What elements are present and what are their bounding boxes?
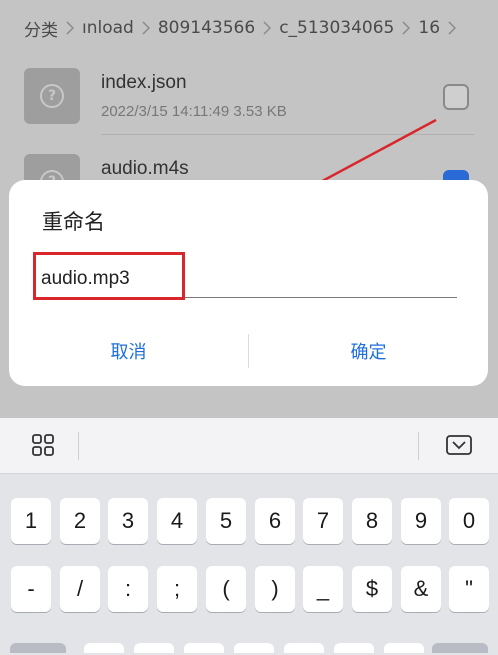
number-key[interactable]: 9: [401, 498, 441, 544]
bottom-key-row: [0, 643, 498, 655]
symbol-key[interactable]: _: [303, 566, 343, 612]
symbol-key[interactable]: &: [401, 566, 441, 612]
symbol-key[interactable]: ): [255, 566, 295, 612]
number-key[interactable]: 2: [60, 498, 100, 544]
chevron-right-icon: [263, 21, 272, 35]
key[interactable]: [134, 643, 174, 653]
symbol-key[interactable]: ;: [157, 566, 197, 612]
file-row[interactable]: ? index.json 2022/3/15 14:11:49 3.53 KB: [0, 62, 498, 142]
breadcrumb-item-folder[interactable]: c_513034065: [279, 18, 394, 38]
number-key[interactable]: 1: [11, 498, 51, 544]
key[interactable]: [234, 643, 274, 653]
rename-input[interactable]: [37, 260, 457, 298]
number-key[interactable]: 3: [108, 498, 148, 544]
key[interactable]: [334, 643, 374, 653]
symbol-key[interactable]: :: [108, 566, 148, 612]
dialog-title: 重命名: [42, 210, 105, 234]
shift-key[interactable]: [10, 643, 66, 653]
file-meta: 2022/3/15 14:11:49 3.53 KB: [101, 103, 287, 120]
number-key-row: 1234567890: [0, 498, 498, 544]
breadcrumb-item-category[interactable]: 分类: [24, 16, 58, 41]
symbol-key-row: - /:;() _ $ & ": [0, 566, 498, 612]
file-name: index.json: [101, 72, 187, 93]
breadcrumb-item-current[interactable]: 16: [418, 18, 440, 38]
keyboard-collapse-icon[interactable]: [444, 430, 474, 460]
rename-dialog: 重命名 取消 确定: [9, 180, 488, 386]
symbol-key[interactable]: /: [60, 566, 100, 612]
cancel-button[interactable]: 取消: [9, 328, 248, 374]
symbol-key[interactable]: $: [352, 566, 392, 612]
breadcrumb-item-download[interactable]: ınload: [82, 18, 134, 38]
chevron-right-icon: [142, 21, 150, 35]
key[interactable]: [284, 643, 324, 653]
key[interactable]: [384, 643, 424, 653]
chevron-right-icon: [448, 21, 457, 35]
chevron-right-icon: [66, 21, 74, 35]
key[interactable]: [84, 643, 124, 653]
symbol-key[interactable]: (: [206, 566, 246, 612]
row-divider: [101, 134, 474, 135]
symbol-key[interactable]: ": [449, 566, 489, 612]
file-name: audio.m4s: [101, 158, 189, 179]
number-key[interactable]: 0: [449, 498, 489, 544]
toolbar-divider: [78, 432, 79, 460]
number-key[interactable]: 6: [255, 498, 295, 544]
soft-keyboard: 1234567890 - /:;() _ $ & ": [0, 418, 498, 655]
breadcrumb: 分类 ınload 809143566 c_513034065 16: [0, 0, 498, 56]
grid-icon[interactable]: [28, 430, 58, 460]
number-key[interactable]: 8: [352, 498, 392, 544]
toolbar-divider: [418, 432, 419, 460]
number-key[interactable]: 5: [206, 498, 246, 544]
key[interactable]: [184, 643, 224, 653]
breadcrumb-item-id[interactable]: 809143566: [158, 18, 255, 38]
number-key[interactable]: 7: [303, 498, 343, 544]
number-key[interactable]: 4: [157, 498, 197, 544]
backspace-key[interactable]: [432, 643, 488, 653]
symbol-key[interactable]: -: [11, 566, 51, 612]
chevron-right-icon: [402, 21, 411, 35]
unknown-file-icon: ?: [24, 68, 80, 124]
file-checkbox[interactable]: [443, 84, 469, 110]
keyboard-toolbar: [0, 418, 498, 474]
dialog-actions: 取消 确定: [9, 328, 488, 374]
confirm-button[interactable]: 确定: [249, 328, 488, 374]
